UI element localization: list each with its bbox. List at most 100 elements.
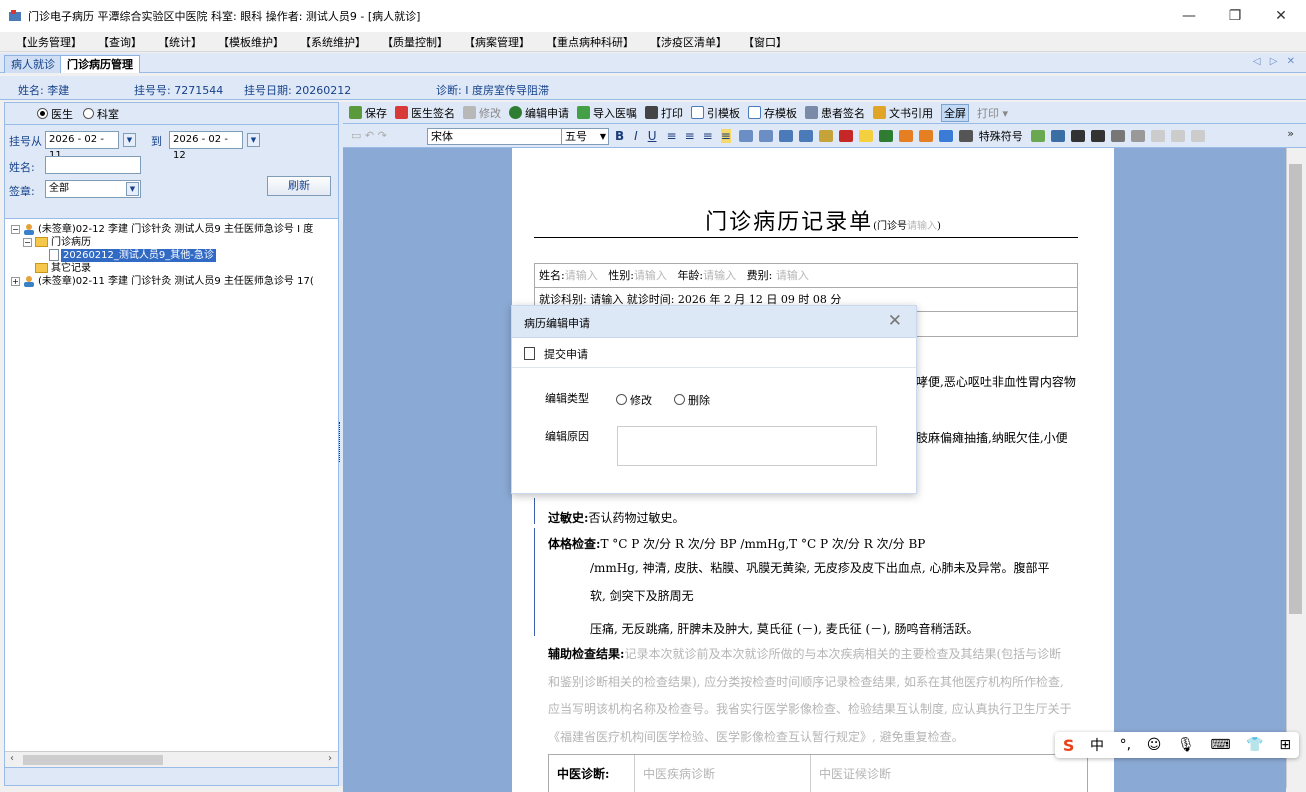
- ime-emoji-icon[interactable]: ☺: [1147, 737, 1162, 753]
- ime-punctuation-icon[interactable]: °,: [1120, 737, 1131, 753]
- save-button[interactable]: 保存: [349, 105, 387, 121]
- tree-row-visit-0212[interactable]: − (未签章)02-12 李建 门诊针灸 测试人员9 主任医师急诊号 I 度: [5, 223, 338, 236]
- list-icon[interactable]: [738, 130, 753, 142]
- clipboard-icon[interactable]: [1110, 130, 1125, 142]
- sign-dropdown[interactable]: ▼: [126, 182, 139, 196]
- justify-icon[interactable]: ≡: [720, 129, 731, 143]
- highlight-icon[interactable]: [858, 130, 873, 142]
- date-to-input[interactable]: 2026 - 02 - 12: [169, 131, 243, 161]
- menu-business[interactable]: 【业务管理】: [16, 34, 82, 50]
- doctor-sign-button[interactable]: 医生签名: [395, 105, 455, 121]
- menu-stats[interactable]: 【统计】: [158, 34, 202, 50]
- doc-fee-field[interactable]: 请输入: [776, 269, 809, 282]
- scroll-left-icon[interactable]: ‹: [10, 753, 14, 764]
- indent-icon[interactable]: [798, 130, 813, 142]
- menu-system[interactable]: 【系统维护】: [300, 34, 366, 50]
- ime-grid-icon[interactable]: ⊞: [1279, 737, 1291, 753]
- scroll-thumb[interactable]: [23, 755, 163, 765]
- bold-icon[interactable]: B: [615, 129, 624, 143]
- vscroll-thumb[interactable]: [1289, 164, 1302, 614]
- close-button[interactable]: ✕: [1258, 0, 1304, 32]
- font-color-icon[interactable]: [838, 130, 853, 142]
- replace-icon[interactable]: [1090, 130, 1105, 142]
- submit-request-button[interactable]: 提交申请: [544, 346, 588, 362]
- grid-icon[interactable]: [1170, 130, 1185, 142]
- ime-skin-icon[interactable]: 👕: [1246, 737, 1263, 753]
- numbered-list-icon[interactable]: [758, 130, 773, 142]
- table-icon[interactable]: [938, 130, 953, 142]
- outpatient-no-field[interactable]: 请输入: [907, 221, 937, 232]
- splitter-grip[interactable]: [339, 422, 342, 462]
- horizontal-scrollbar[interactable]: ‹ ›: [5, 751, 338, 767]
- font-grow-icon[interactable]: [898, 130, 913, 142]
- menu-quality[interactable]: 【质量控制】: [382, 34, 448, 50]
- doc-cite-button[interactable]: 文书引用: [873, 105, 933, 121]
- ime-logo-icon[interactable]: S: [1063, 736, 1075, 755]
- cite-template-button[interactable]: 引模板: [691, 105, 740, 121]
- page-icon[interactable]: [1130, 130, 1145, 142]
- doc-age-field[interactable]: 请输入: [703, 269, 736, 282]
- menu-epidemic[interactable]: 【涉疫区清单】: [650, 34, 727, 50]
- binoculars-icon[interactable]: [1070, 130, 1085, 142]
- dialog-close-button[interactable]: ✕: [888, 311, 902, 331]
- tree-row-visit-0211[interactable]: + (未签章)02-11 李建 门诊针灸 测试人员9 主任医师急诊号 17(: [5, 275, 338, 288]
- tree-folder-other[interactable]: 其它记录: [5, 262, 338, 275]
- restore-button[interactable]: ❐: [1212, 0, 1258, 32]
- tree-record-selected[interactable]: 20260212_测试人员9_其他-急诊: [5, 249, 338, 262]
- insert-icon[interactable]: [1030, 130, 1045, 142]
- scroll-right-icon[interactable]: ›: [328, 753, 332, 764]
- toolbar-overflow-icon[interactable]: »: [1287, 127, 1294, 140]
- print-button[interactable]: 打印: [645, 105, 683, 121]
- tab-navigation[interactable]: ◁ ▷ ✕: [1253, 56, 1298, 67]
- menu-window[interactable]: 【窗口】: [743, 34, 787, 50]
- special-symbol-button[interactable]: 特殊符号: [979, 128, 1023, 144]
- font-size-select[interactable]: 五号 ▼: [561, 128, 609, 145]
- fill-color-icon[interactable]: [878, 130, 893, 142]
- underline-icon[interactable]: U: [648, 129, 657, 143]
- expand-icon[interactable]: +: [11, 277, 20, 286]
- brush-icon[interactable]: [818, 130, 833, 142]
- align-center-icon[interactable]: ≡: [685, 129, 695, 143]
- radio-department[interactable]: 科室: [83, 106, 119, 122]
- menu-template[interactable]: 【模板维护】: [218, 34, 284, 50]
- edit-type-modify-radio[interactable]: 修改: [616, 392, 652, 408]
- italic-icon[interactable]: I: [634, 129, 638, 143]
- doc-gender-field[interactable]: 请输入: [634, 269, 667, 282]
- save-template-button[interactable]: 存模板: [748, 105, 797, 121]
- modify-button[interactable]: 修改: [463, 105, 501, 121]
- menu-records[interactable]: 【病案管理】: [464, 34, 530, 50]
- align-left-icon[interactable]: ≡: [667, 129, 677, 143]
- menu-research[interactable]: 【重点病种科研】: [546, 34, 634, 50]
- symbol-icon[interactable]: [958, 130, 973, 142]
- menu-query[interactable]: 【查询】: [98, 34, 142, 50]
- merge-icon[interactable]: [1190, 130, 1205, 142]
- font-shrink-icon[interactable]: [918, 130, 933, 142]
- vertical-scrollbar[interactable]: [1286, 148, 1303, 788]
- collapse-icon[interactable]: −: [11, 225, 20, 234]
- date-from-dropdown[interactable]: ▼: [123, 133, 136, 147]
- radio-doctor[interactable]: 医生: [37, 106, 73, 122]
- undo-redo-icons[interactable]: ▭ ↶ ↷: [351, 129, 387, 142]
- name-input[interactable]: [45, 156, 141, 174]
- edit-reason-textarea[interactable]: [617, 426, 877, 466]
- find-icon[interactable]: [1050, 130, 1065, 142]
- align-right-icon[interactable]: ≡: [703, 129, 713, 143]
- ime-mic-icon[interactable]: 🎙: [1177, 737, 1195, 753]
- doc-name-field[interactable]: 请输入: [565, 269, 598, 282]
- patient-sign-button[interactable]: 患者签名: [805, 105, 865, 121]
- tree-folder-outpatient[interactable]: − 门诊病历: [5, 236, 338, 249]
- tcm-syndrome-field[interactable]: 中医证候诊断: [811, 755, 1087, 792]
- edit-type-delete-radio[interactable]: 删除: [674, 392, 710, 408]
- fullscreen-button[interactable]: 全屏: [941, 103, 969, 122]
- minimize-button[interactable]: —: [1166, 0, 1212, 32]
- date-from-input[interactable]: 2026 - 02 - 11: [45, 131, 119, 161]
- tab-patient-visit[interactable]: 病人就诊: [4, 55, 62, 73]
- outdent-icon[interactable]: [778, 130, 793, 142]
- edit-request-button[interactable]: 编辑申请: [509, 105, 569, 121]
- import-order-button[interactable]: 导入医嘱: [577, 105, 637, 121]
- collapse-icon[interactable]: −: [23, 238, 32, 247]
- tcm-disease-field[interactable]: 中医疾病诊断: [635, 755, 811, 792]
- refresh-button[interactable]: 刷新: [267, 176, 331, 196]
- print-menu-button[interactable]: 打印 ▾: [977, 105, 1008, 121]
- ime-keyboard-icon[interactable]: ⌨: [1210, 737, 1230, 753]
